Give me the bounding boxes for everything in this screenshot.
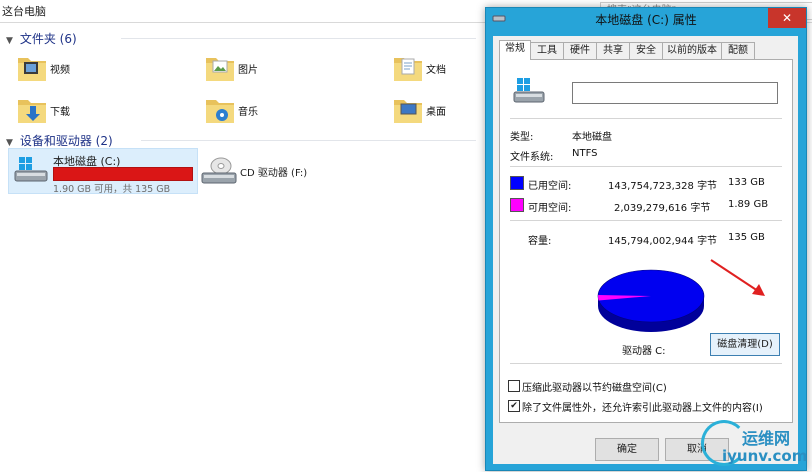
tab-general[interactable]: 常规 — [499, 40, 531, 60]
watermark-url: iyunv.com — [722, 447, 808, 465]
watermark-title: 运维网 — [742, 429, 791, 448]
annotation-arrow — [710, 259, 765, 296]
